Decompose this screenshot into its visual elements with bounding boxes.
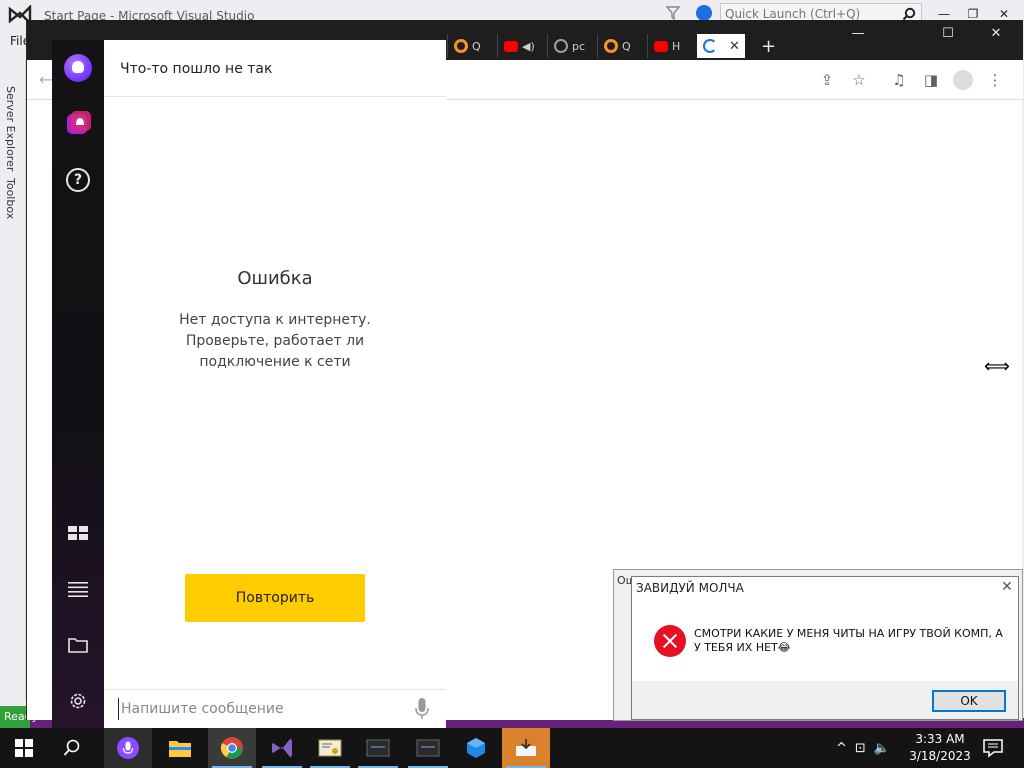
settings-gear-icon[interactable] — [67, 690, 89, 712]
chrome-tab[interactable]: Q — [447, 34, 497, 58]
visual-studio-icon — [272, 739, 292, 757]
taskbar-app-button[interactable] — [404, 728, 452, 768]
installer-icon — [516, 739, 536, 756]
error-icon — [654, 625, 686, 657]
resize-cursor-icon: ⟺ — [984, 356, 1010, 377]
side-panel-icon[interactable]: ◨ — [921, 70, 941, 90]
search-icon — [63, 739, 80, 756]
chrome-tab-title: pc — [572, 39, 586, 53]
apps-grid-icon[interactable] — [68, 526, 88, 540]
retry-button[interactable]: Повторить — [185, 574, 365, 622]
taskbar-chrome-button[interactable] — [208, 728, 256, 768]
loading-spinner-icon — [703, 39, 717, 53]
search-icon[interactable] — [902, 7, 916, 21]
message-input-bar — [104, 689, 446, 728]
feedback-smiley-icon[interactable] — [696, 5, 712, 21]
app-window-icon — [416, 739, 440, 757]
taskbar-3d-app-button[interactable] — [452, 728, 500, 768]
taskbar-clock[interactable]: 3:33 AM 3/18/2023 — [904, 731, 976, 765]
app-window-icon — [366, 739, 390, 757]
globe-icon — [554, 39, 568, 53]
folder-icon[interactable] — [68, 637, 88, 653]
menu-list-icon[interactable] — [68, 581, 88, 597]
chrome-close-button[interactable]: ✕ — [985, 26, 1007, 46]
chrome-tab[interactable]: H — [647, 34, 697, 58]
message-input[interactable] — [118, 698, 398, 720]
taskbar-search-button[interactable] — [48, 728, 96, 768]
vs-side-toolwindow-strip: Server Explorer Toolbox — [0, 60, 26, 700]
chrome-tab-title: Q — [472, 39, 481, 53]
help-icon[interactable]: ? — [66, 168, 90, 192]
windows-logo-icon — [15, 739, 33, 757]
server-explorer-tab[interactable]: Server Explorer — [4, 86, 17, 171]
notification-center-icon[interactable] — [982, 737, 1004, 759]
alice-sidebar: ? — [52, 40, 104, 728]
taskbar-certificate-app-button[interactable] — [306, 728, 354, 768]
back-arrow-icon[interactable]: ← — [39, 70, 52, 89]
alice-header: Что-то пошло не так — [104, 40, 446, 97]
chrome-tab[interactable]: Q — [597, 34, 647, 58]
chrome-tab-active[interactable]: ✕ — [697, 34, 745, 58]
chrome-tab[interactable]: pc — [547, 34, 597, 58]
dialog-message: СМОТРИ КАКИЕ У МЕНЯ ЧИТЫ НА ИГРУ ТВОЙ КО… — [694, 627, 1003, 654]
error-message-line: Проверьте, работает ли — [185, 333, 365, 349]
ok-ru-icon — [454, 39, 468, 53]
certificate-icon — [318, 739, 342, 757]
audio-playing-icon: ◀) — [522, 39, 535, 53]
chevron-up-icon[interactable]: ^ — [836, 741, 847, 756]
alice-assistant-window: ? Что-то пошло не так Ошибка Нет доступа… — [52, 40, 446, 728]
toolbox-tab[interactable]: Toolbox — [4, 178, 17, 219]
ok-button[interactable]: OK — [932, 690, 1006, 712]
system-tray: ^ ⊡ 🔈 — [836, 738, 910, 758]
network-icon[interactable]: ⊡ — [855, 741, 866, 756]
media-control-icon[interactable]: ♫ — [889, 70, 909, 90]
ok-ru-icon — [604, 39, 618, 53]
chrome-minimize-button[interactable]: — — [847, 26, 869, 46]
alice-header-title: Что-то пошло не так — [120, 61, 273, 77]
folder-icon — [169, 741, 191, 757]
dialog-close-icon[interactable]: ✕ — [998, 579, 1016, 597]
microphone-icon[interactable] — [414, 697, 430, 721]
volume-icon[interactable]: 🔈 — [874, 741, 890, 756]
taskbar-installer-button[interactable] — [502, 728, 550, 768]
profile-avatar-icon[interactable] — [953, 70, 973, 90]
message-box-dialog: ЗАВИДУЙ МОЛЧА ✕ СМОТРИ КАКИЕ У МЕНЯ ЧИТЫ… — [631, 576, 1019, 720]
share-icon[interactable]: ⇪ — [817, 70, 837, 90]
dialog-title: ЗАВИДУЙ МОЛЧА — [636, 581, 744, 595]
bookmark-star-icon[interactable]: ☆ — [849, 70, 869, 90]
clock-date: 3/18/2023 — [909, 749, 971, 763]
error-title: Ошибка — [237, 268, 313, 289]
alice-content-panel: Что-то пошло не так Ошибка Нет доступа к… — [104, 40, 446, 728]
clock-time: 3:33 AM — [915, 732, 965, 746]
chrome-tab-title: Q — [622, 39, 631, 53]
close-tab-icon[interactable]: ✕ — [729, 39, 740, 54]
alice-logo-icon[interactable] — [64, 54, 92, 82]
youtube-icon — [654, 40, 668, 52]
new-tab-button[interactable]: + — [761, 36, 776, 57]
dialog-footer: OK — [632, 681, 1018, 719]
youtube-icon — [504, 40, 518, 52]
start-button[interactable] — [0, 728, 48, 768]
windows-taskbar: ^ ⊡ 🔈 3:33 AM 3/18/2023 — [0, 728, 1024, 768]
chrome-tab-strip: Q ◀) pc Q H ✕ — [447, 34, 745, 58]
chrome-restore-button[interactable]: ☐ — [937, 26, 959, 46]
error-message-line: Нет доступа к интернету. — [179, 312, 371, 328]
cube-icon — [467, 738, 485, 758]
taskbar-visual-studio-button[interactable] — [258, 728, 306, 768]
filter-icon[interactable] — [666, 5, 680, 21]
chrome-tab-title: H — [672, 39, 681, 53]
more-menu-icon[interactable]: ⋮ — [985, 70, 1005, 90]
taskbar-app-button[interactable] — [354, 728, 402, 768]
error-message-line: подключение к сети — [199, 354, 351, 370]
chrome-tab[interactable]: ◀) — [497, 34, 547, 58]
error-message: Нет доступа к интернету. Проверьте, рабо… — [164, 310, 386, 373]
taskbar-alice-button[interactable] — [104, 728, 152, 768]
alice-microphone-icon — [117, 737, 139, 759]
taskbar-file-explorer-button[interactable] — [156, 728, 204, 768]
chrome-icon — [220, 737, 243, 759]
alice-chat-icon[interactable] — [65, 110, 93, 136]
